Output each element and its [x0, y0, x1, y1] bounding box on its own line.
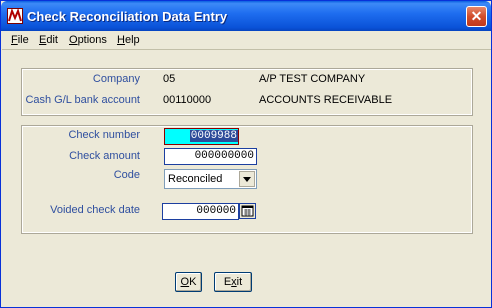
ok-label: K: [189, 276, 197, 288]
check-amount-label: Check amount: [69, 150, 140, 162]
app-logo-icon[interactable]: [7, 8, 23, 24]
check-number-field[interactable]: 0009988: [164, 128, 239, 145]
company-name: A/P TEST COMPANY: [259, 73, 366, 85]
voided-date-field[interactable]: 000000: [162, 203, 239, 220]
ok-button[interactable]: OK: [175, 272, 202, 292]
menu-help[interactable]: Help: [117, 34, 140, 46]
dialog-window: Check Reconciliation Data Entry ✕ File E…: [0, 0, 492, 308]
close-icon[interactable]: ✕: [466, 6, 487, 27]
check-number-value: 0009988: [189, 130, 238, 142]
code-label: Code: [113, 169, 140, 181]
code-selected-value: Reconciled: [168, 173, 223, 185]
menu-edit[interactable]: Edit: [39, 34, 58, 46]
window-title: Check Reconciliation Data Entry: [27, 9, 228, 24]
menu-file-label: ile: [17, 34, 29, 46]
bank-account-number: 00110000: [163, 94, 212, 106]
exit-button[interactable]: Exit: [214, 272, 252, 292]
menu-bar: File Edit Options Help: [2, 31, 491, 50]
check-number-label: Check number: [68, 129, 140, 141]
menu-edit-label: dit: [46, 34, 58, 46]
menu-options-mnemonic: O: [69, 34, 78, 46]
menu-help-label: elp: [124, 34, 140, 46]
menu-options[interactable]: Options: [69, 34, 107, 46]
check-amount-field[interactable]: 000000000: [164, 148, 257, 165]
menu-file-mnemonic: F: [11, 34, 18, 46]
bank-account-label: Cash G/L bank account: [25, 94, 140, 106]
ok-mnemonic: O: [180, 276, 190, 288]
company-label: Company: [92, 73, 140, 85]
menu-help-mnemonic: H: [117, 34, 125, 46]
exit-label-end: it: [236, 276, 243, 288]
account-info-panel: [21, 68, 473, 116]
voided-date-label: Voided check date: [50, 204, 140, 216]
calendar-icon[interactable]: [239, 203, 256, 219]
company-code: 05: [163, 73, 176, 85]
bank-account-name: ACCOUNTS RECEIVABLE: [259, 94, 393, 106]
code-select[interactable]: Reconciled: [164, 169, 257, 189]
title-bar[interactable]: Check Reconciliation Data Entry ✕: [1, 1, 491, 31]
menu-options-label: ptions: [77, 34, 107, 46]
menu-file[interactable]: File: [11, 34, 29, 46]
chevron-down-icon[interactable]: [239, 171, 255, 187]
